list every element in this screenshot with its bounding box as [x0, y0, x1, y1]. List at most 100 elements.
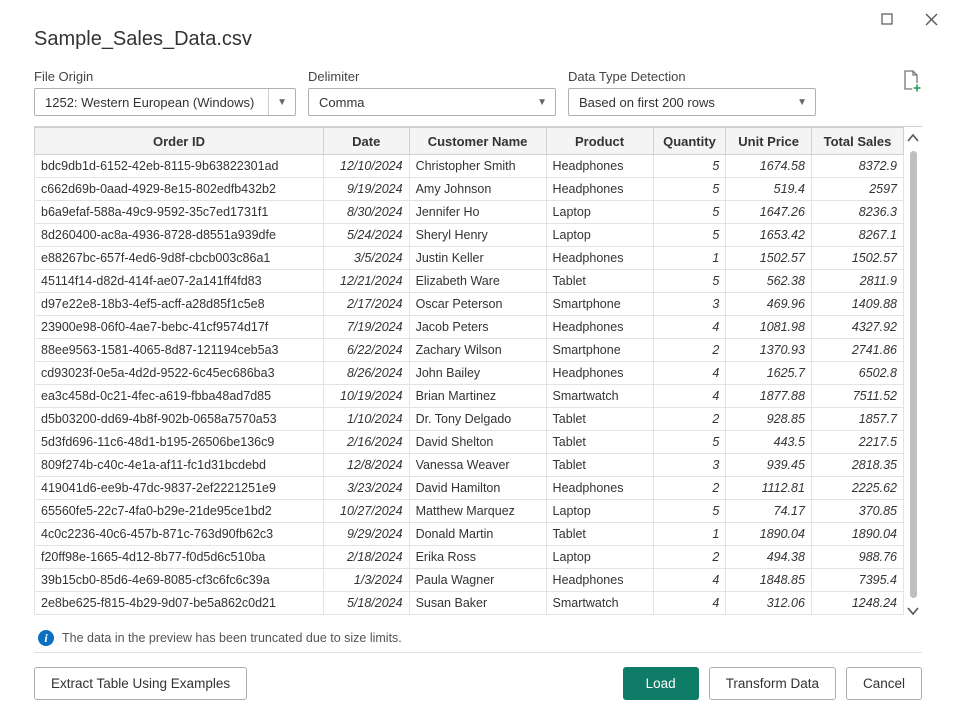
- close-button[interactable]: [918, 6, 944, 32]
- table-row[interactable]: 88ee9563-1581-4065-8d87-121194ceb5a36/22…: [35, 339, 904, 362]
- col-header-unit-price[interactable]: Unit Price: [726, 128, 812, 155]
- cell-product: Laptop: [546, 224, 653, 247]
- table-row[interactable]: c662d69b-0aad-4929-8e15-802edfb432b29/19…: [35, 178, 904, 201]
- cell-product: Headphones: [546, 155, 653, 178]
- cell-total: 2225.62: [811, 477, 903, 500]
- scroll-thumb[interactable]: [910, 151, 917, 598]
- cancel-button[interactable]: Cancel: [846, 667, 922, 700]
- scroll-down-arrow-icon[interactable]: [905, 602, 921, 620]
- table-row[interactable]: d97e22e8-18b3-4ef5-acff-a28d85f1c5e82/17…: [35, 293, 904, 316]
- cell-order_id: e88267bc-657f-4ed6-9d8f-cbcb003c86a1: [35, 247, 324, 270]
- table-row[interactable]: d5b03200-dd69-4b8f-902b-0658a7570a531/10…: [35, 408, 904, 431]
- col-header-quantity[interactable]: Quantity: [653, 128, 726, 155]
- scroll-track[interactable]: [910, 151, 917, 598]
- cell-order_id: ea3c458d-0c21-4fec-a619-fbba48ad7d85: [35, 385, 324, 408]
- cell-order_id: 39b15cb0-85d6-4e69-8085-cf3c6fc6c39a: [35, 569, 324, 592]
- cell-total: 8267.1: [811, 224, 903, 247]
- chevron-down-icon: ▼: [537, 97, 547, 108]
- table-row[interactable]: e88267bc-657f-4ed6-9d8f-cbcb003c86a13/5/…: [35, 247, 904, 270]
- preview-dialog: Sample_Sales_Data.csv File Origin 1252: …: [0, 0, 956, 720]
- file-origin-dropdown[interactable]: 1252: Western European (Windows) ▼: [34, 88, 296, 116]
- cell-product: Smartphone: [546, 293, 653, 316]
- preview-table-area: Order ID Date Customer Name Product Quan…: [34, 126, 922, 622]
- cell-customer: David Shelton: [409, 431, 546, 454]
- table-row[interactable]: 23900e98-06f0-4ae7-bebc-41cf9574d17f7/19…: [35, 316, 904, 339]
- col-header-order-id[interactable]: Order ID: [35, 128, 324, 155]
- cell-product: Tablet: [546, 523, 653, 546]
- transform-data-button[interactable]: Transform Data: [709, 667, 836, 700]
- cell-product: Headphones: [546, 569, 653, 592]
- cell-qty: 4: [653, 362, 726, 385]
- col-header-total-sales[interactable]: Total Sales: [811, 128, 903, 155]
- table-row[interactable]: 45114f14-d82d-414f-ae07-2a141ff4fd8312/2…: [35, 270, 904, 293]
- table-row[interactable]: 65560fe5-22c7-4fa0-b29e-21de95ce1bd210/2…: [35, 500, 904, 523]
- cell-date: 9/29/2024: [323, 523, 409, 546]
- table-row[interactable]: 419041d6-ee9b-47dc-9837-2ef2221251e93/23…: [35, 477, 904, 500]
- cell-total: 8236.3: [811, 201, 903, 224]
- cell-qty: 5: [653, 270, 726, 293]
- cell-customer: Susan Baker: [409, 592, 546, 615]
- cell-price: 1625.7: [726, 362, 812, 385]
- table-row[interactable]: b6a9efaf-588a-49c9-9592-35c7ed1731f18/30…: [35, 201, 904, 224]
- cell-order_id: 88ee9563-1581-4065-8d87-121194ceb5a3: [35, 339, 324, 362]
- table-row[interactable]: 5d3fd696-11c6-48d1-b195-26506be136c92/16…: [35, 431, 904, 454]
- cell-product: Laptop: [546, 201, 653, 224]
- cell-date: 7/19/2024: [323, 316, 409, 339]
- data-type-detection-dropdown[interactable]: Based on first 200 rows ▼: [568, 88, 816, 116]
- table-row[interactable]: f20ff98e-1665-4d12-8b77-f0d5d6c510ba2/18…: [35, 546, 904, 569]
- extract-table-button[interactable]: Extract Table Using Examples: [34, 667, 247, 700]
- table-row[interactable]: bdc9db1d-6152-42eb-8115-9b63822301ad12/1…: [35, 155, 904, 178]
- cell-total: 2811.9: [811, 270, 903, 293]
- table-row[interactable]: cd93023f-0e5a-4d2d-9522-6c45ec686ba38/26…: [35, 362, 904, 385]
- load-button[interactable]: Load: [623, 667, 699, 700]
- cell-date: 2/17/2024: [323, 293, 409, 316]
- col-header-product[interactable]: Product: [546, 128, 653, 155]
- table-row[interactable]: 2e8be625-f815-4b29-9d07-be5a862c0d215/18…: [35, 592, 904, 615]
- delimiter-dropdown[interactable]: Comma ▼: [308, 88, 556, 116]
- col-header-customer[interactable]: Customer Name: [409, 128, 546, 155]
- cell-order_id: 419041d6-ee9b-47dc-9837-2ef2221251e9: [35, 477, 324, 500]
- cell-customer: Donald Martin: [409, 523, 546, 546]
- maximize-button[interactable]: [874, 6, 900, 32]
- table-row[interactable]: ea3c458d-0c21-4fec-a619-fbba48ad7d8510/1…: [35, 385, 904, 408]
- cell-price: 1674.58: [726, 155, 812, 178]
- cell-qty: 2: [653, 546, 726, 569]
- cell-qty: 4: [653, 385, 726, 408]
- cell-product: Tablet: [546, 408, 653, 431]
- cell-qty: 2: [653, 477, 726, 500]
- footer: Extract Table Using Examples Load Transf…: [34, 652, 922, 700]
- cell-customer: Erika Ross: [409, 546, 546, 569]
- scroll-up-arrow-icon[interactable]: [905, 129, 921, 147]
- cell-date: 8/30/2024: [323, 201, 409, 224]
- cell-price: 1647.26: [726, 201, 812, 224]
- preview-table: Order ID Date Customer Name Product Quan…: [34, 127, 904, 615]
- import-settings-row: File Origin 1252: Western European (Wind…: [34, 69, 922, 116]
- cell-qty: 3: [653, 293, 726, 316]
- table-row[interactable]: 8d260400-ac8a-4936-8728-d8551a939dfe5/24…: [35, 224, 904, 247]
- cell-customer: John Bailey: [409, 362, 546, 385]
- file-origin-label: File Origin: [34, 69, 296, 84]
- cell-customer: Christopher Smith: [409, 155, 546, 178]
- cell-order_id: 809f274b-c40c-4e1a-af11-fc1d31bcdebd: [35, 454, 324, 477]
- vertical-scrollbar[interactable]: [904, 127, 922, 622]
- truncation-info: i The data in the preview has been trunc…: [34, 622, 922, 652]
- file-origin-group: File Origin 1252: Western European (Wind…: [34, 69, 296, 116]
- cell-date: 2/18/2024: [323, 546, 409, 569]
- cell-price: 562.38: [726, 270, 812, 293]
- cell-total: 7511.52: [811, 385, 903, 408]
- cell-total: 7395.4: [811, 569, 903, 592]
- table-row[interactable]: 39b15cb0-85d6-4e69-8085-cf3c6fc6c39a1/3/…: [35, 569, 904, 592]
- cell-date: 9/19/2024: [323, 178, 409, 201]
- cell-order_id: bdc9db1d-6152-42eb-8115-9b63822301ad: [35, 155, 324, 178]
- table-row[interactable]: 4c0c2236-40c6-457b-871c-763d90fb62c39/29…: [35, 523, 904, 546]
- cell-total: 6502.8: [811, 362, 903, 385]
- col-header-date[interactable]: Date: [323, 128, 409, 155]
- data-type-detection-group: Data Type Detection Based on first 200 r…: [568, 69, 816, 116]
- cell-customer: Elizabeth Ware: [409, 270, 546, 293]
- cell-customer: Matthew Marquez: [409, 500, 546, 523]
- cell-date: 12/21/2024: [323, 270, 409, 293]
- cell-qty: 4: [653, 316, 726, 339]
- add-document-icon[interactable]: [902, 69, 922, 93]
- titlebar-controls: [874, 6, 944, 32]
- table-row[interactable]: 809f274b-c40c-4e1a-af11-fc1d31bcdebd12/8…: [35, 454, 904, 477]
